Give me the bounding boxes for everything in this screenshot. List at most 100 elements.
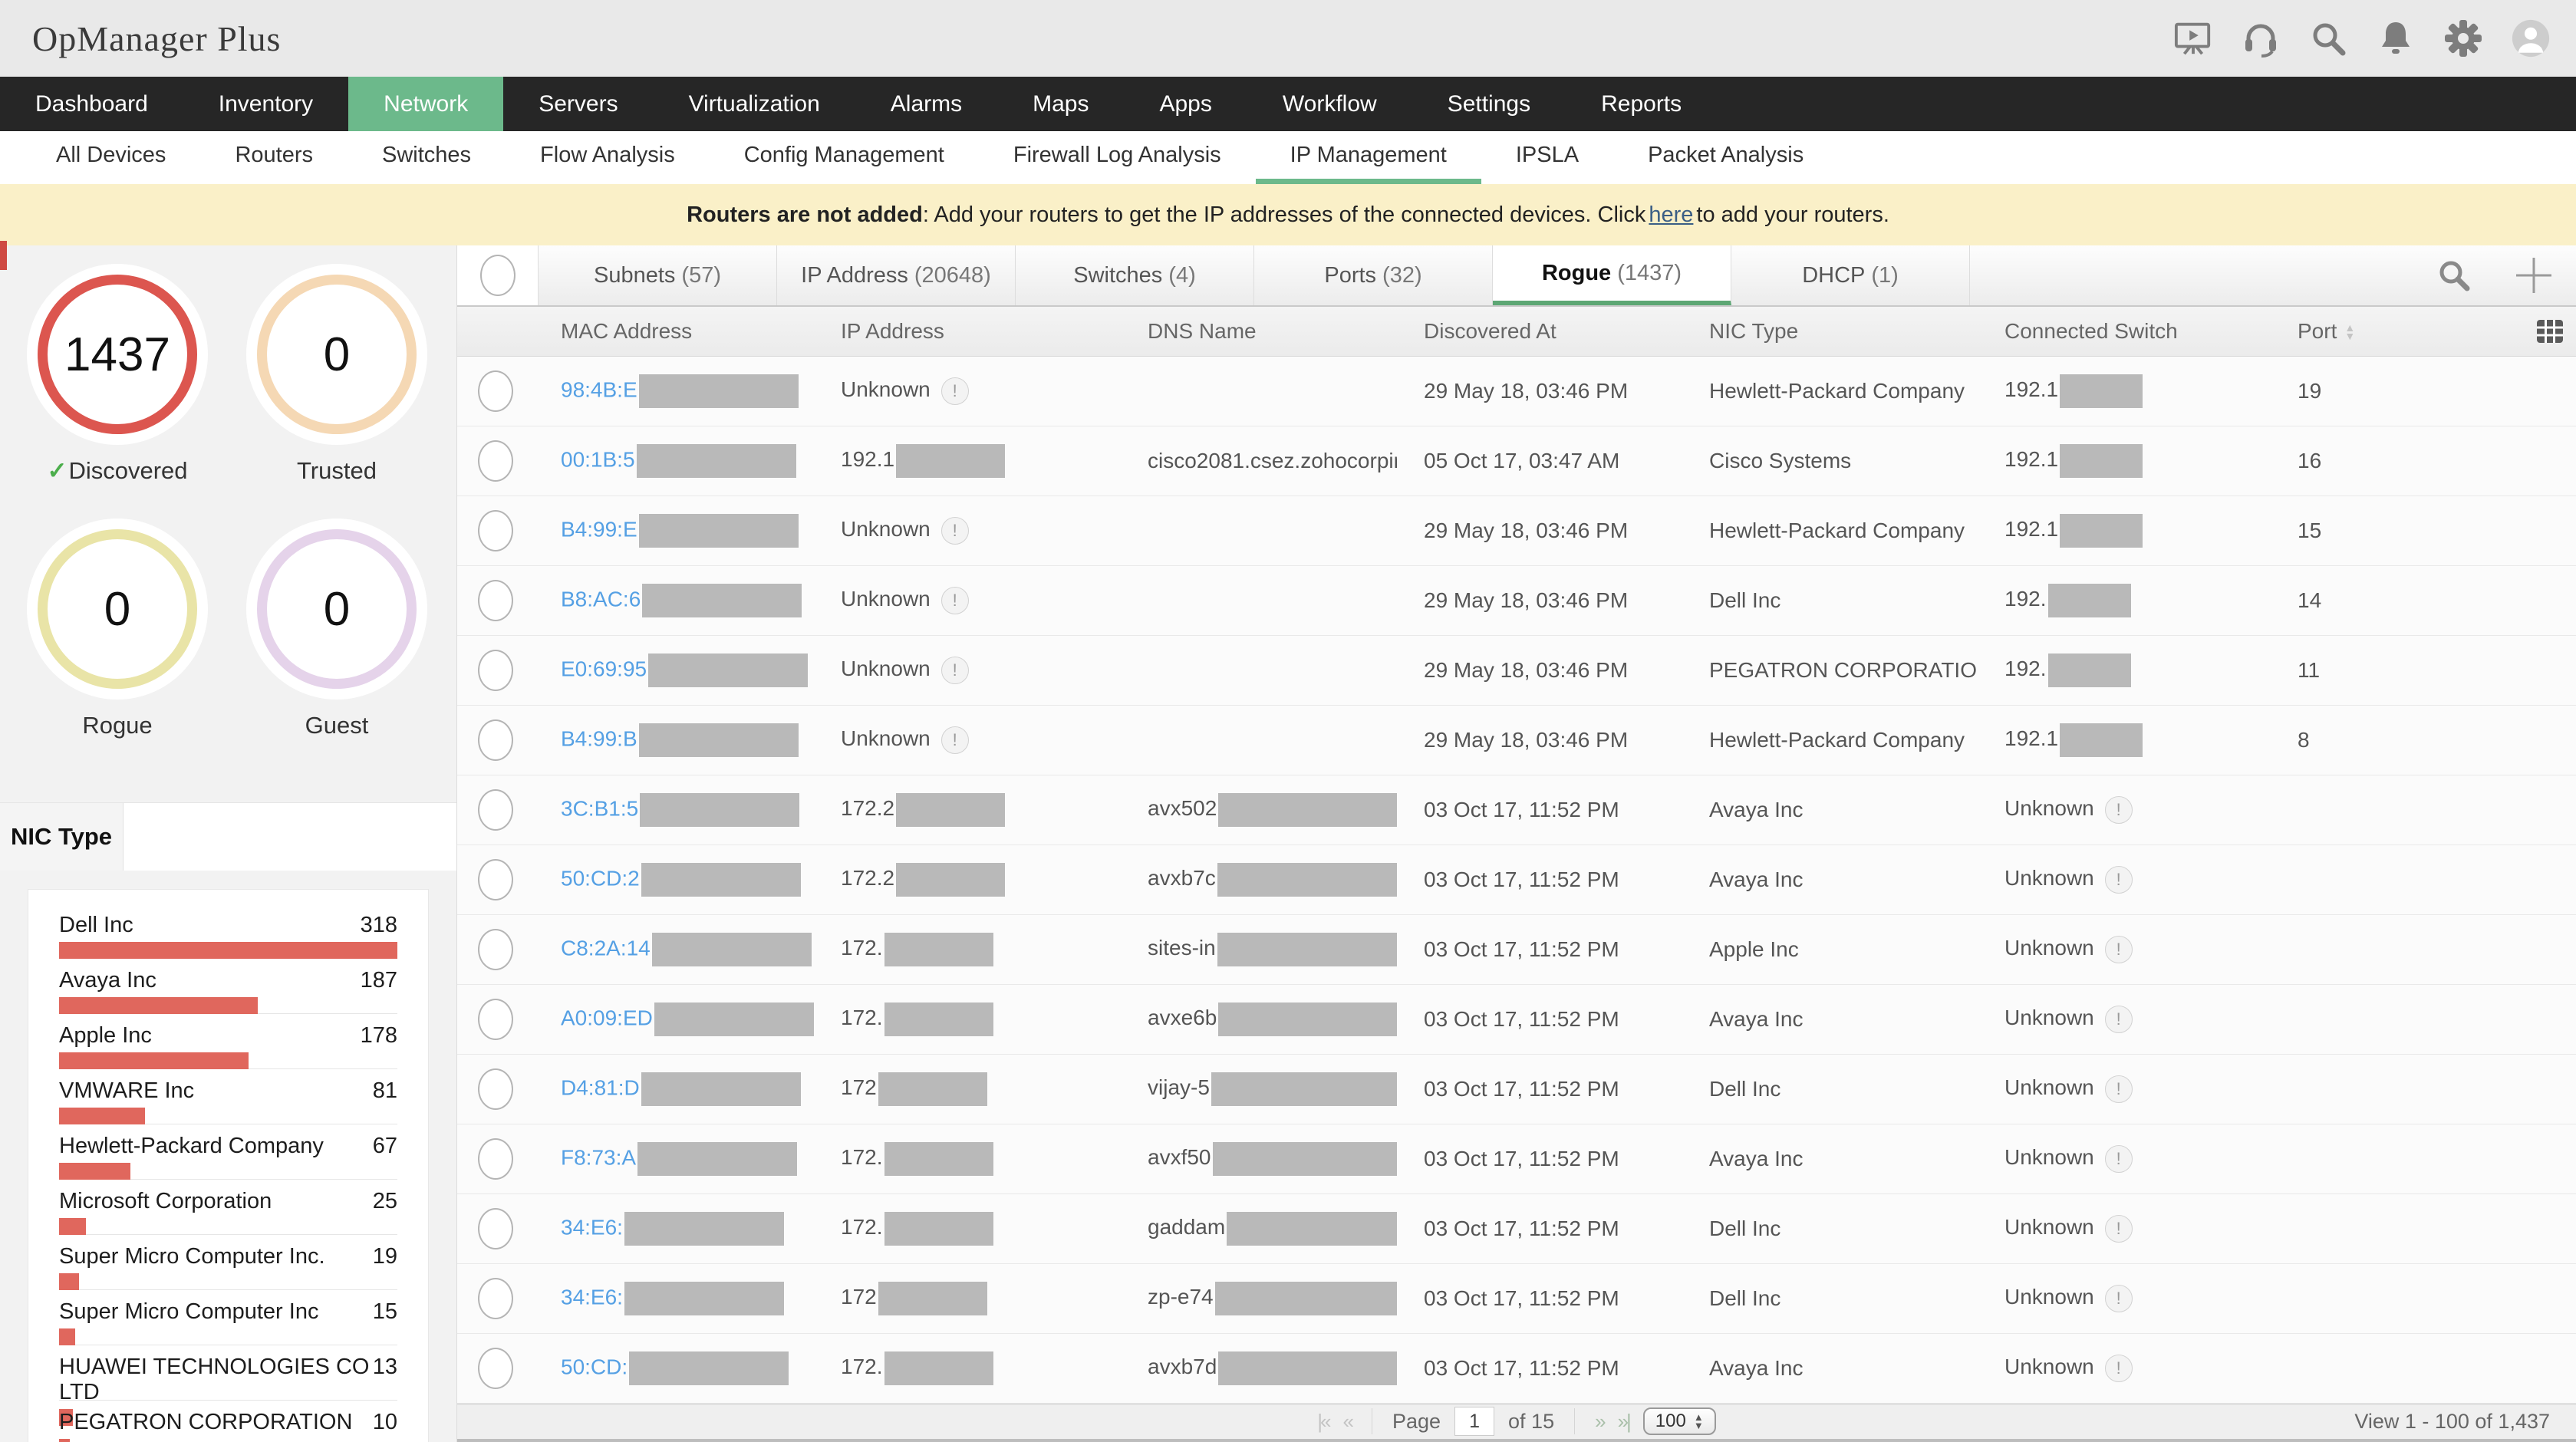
sub-nav-item[interactable]: Firewall Log Analysis: [979, 131, 1256, 184]
main-nav-item[interactable]: Servers: [503, 77, 653, 131]
sub-nav-item[interactable]: Routers: [200, 131, 348, 184]
sub-nav-item[interactable]: Flow Analysis: [506, 131, 710, 184]
column-header-port[interactable]: Port ▲ ▼: [2271, 319, 2497, 344]
row-select-radio[interactable]: [478, 509, 513, 551]
mac-address-link[interactable]: B4:99:B: [561, 726, 637, 750]
row-select-radio[interactable]: [478, 1347, 513, 1389]
stat-tile[interactable]: 1437 ✓Discovered: [38, 264, 197, 485]
page-size-select[interactable]: 100 ▲ ▼: [1642, 1407, 1716, 1436]
table-tab[interactable]: DHCP (1): [1731, 245, 1970, 305]
mac-address-link[interactable]: F8:73:A: [561, 1145, 636, 1169]
table-tab[interactable]: Subnets (57): [539, 245, 777, 305]
stat-tile[interactable]: 0 ✓Trusted: [257, 264, 417, 485]
mac-address-link[interactable]: E0:69:95: [561, 657, 647, 680]
mac-address-link[interactable]: 34:E6:: [561, 1215, 623, 1239]
column-header-connected-switch[interactable]: Connected Switch: [1978, 319, 2271, 344]
table-search-icon[interactable]: [2436, 258, 2472, 293]
sub-nav-item[interactable]: Packet Analysis: [1613, 131, 1838, 184]
nic-type-row[interactable]: Super Micro Computer Inc. 19: [59, 1235, 397, 1290]
nic-type-row[interactable]: PEGATRON CORPORATION 10: [59, 1401, 397, 1442]
user-avatar-icon[interactable]: [2512, 19, 2550, 58]
main-nav-item[interactable]: Settings: [1412, 77, 1566, 131]
column-chooser-icon[interactable]: [2536, 319, 2564, 344]
main-nav-item[interactable]: Apps: [1124, 77, 1247, 131]
column-header-discovered-at[interactable]: Discovered At: [1397, 319, 1682, 344]
table-tab[interactable]: Rogue (1437): [1493, 245, 1731, 305]
mac-address-link[interactable]: 98:4B:E: [561, 377, 637, 401]
nic-type-row[interactable]: Dell Inc 318: [59, 904, 397, 959]
mac-address-link[interactable]: 3C:B1:5: [561, 796, 638, 820]
row-select-radio[interactable]: [478, 579, 513, 621]
main-nav-item[interactable]: Maps: [997, 77, 1124, 131]
row-select-radio[interactable]: [478, 998, 513, 1040]
sub-nav-item[interactable]: IPSLA: [1481, 131, 1613, 184]
stat-tile[interactable]: 0 ✓Guest: [257, 519, 417, 739]
main-nav-item[interactable]: Network: [348, 77, 504, 131]
column-header-nic-type[interactable]: NIC Type: [1682, 319, 1978, 344]
table-body: 98:4B:E Unknown! 29 May 18, 03:46 PM Hew…: [457, 356, 2576, 1404]
sub-nav-item[interactable]: All Devices: [21, 131, 200, 184]
column-header-ip-address[interactable]: IP Address: [814, 319, 1121, 344]
main-nav-item[interactable]: Alarms: [855, 77, 997, 131]
prev-page-button[interactable]: «: [1343, 1410, 1355, 1434]
mac-address-link[interactable]: 34:E6:: [561, 1285, 623, 1309]
row-select-radio[interactable]: [478, 719, 513, 761]
next-page-button[interactable]: »: [1595, 1410, 1606, 1434]
select-all-radio[interactable]: [479, 255, 516, 296]
table-tab[interactable]: IP Address (20648): [777, 245, 1016, 305]
mac-address-link[interactable]: 50:CD:2: [561, 866, 640, 890]
table-tab[interactable]: Ports (32): [1254, 245, 1493, 305]
nic-type-row[interactable]: Super Micro Computer Inc 15: [59, 1290, 397, 1345]
mac-address-link[interactable]: B4:99:E: [561, 517, 637, 541]
add-routers-link[interactable]: here: [1649, 202, 1693, 228]
stat-tile[interactable]: 0 ✓Rogue: [38, 519, 197, 739]
nic-type-row[interactable]: Apple Inc 178: [59, 1014, 397, 1069]
search-icon[interactable]: [2309, 19, 2347, 58]
add-icon[interactable]: [2515, 256, 2553, 295]
main-nav-item[interactable]: Virtualization: [654, 77, 855, 131]
nic-type-row[interactable]: Hewlett-Packard Company 67: [59, 1124, 397, 1180]
support-headset-icon[interactable]: [2242, 19, 2280, 58]
mac-address-link[interactable]: D4:81:D: [561, 1075, 640, 1099]
mac-address-cell: 50:CD:: [534, 1351, 814, 1385]
row-select-radio[interactable]: [478, 928, 513, 970]
row-select-radio[interactable]: [478, 1277, 513, 1319]
mac-address-link[interactable]: C8:2A:14: [561, 936, 651, 960]
main-nav-item[interactable]: Dashboard: [0, 77, 183, 131]
row-select-radio[interactable]: [478, 1207, 513, 1249]
settings-gear-icon[interactable]: [2444, 19, 2482, 58]
column-header-mac-address[interactable]: MAC Address: [534, 319, 814, 344]
row-select-radio[interactable]: [478, 649, 513, 691]
mac-address-link[interactable]: 00:1B:5: [561, 447, 635, 471]
table-tab[interactable]: Switches (4): [1016, 245, 1254, 305]
row-select-radio[interactable]: [478, 370, 513, 412]
mac-address-link[interactable]: A0:09:ED: [561, 1006, 653, 1029]
page-number-input[interactable]: [1454, 1407, 1495, 1437]
nic-type-cell: Avaya Inc: [1709, 1355, 1804, 1380]
training-video-icon[interactable]: [2174, 19, 2212, 58]
ip-address-cell: Unknown!: [814, 516, 1121, 545]
sub-nav-item[interactable]: IP Management: [1255, 131, 1481, 184]
nic-type-row[interactable]: HUAWEI TECHNOLOGIES CO LTD 13: [59, 1345, 397, 1426]
nic-type-row[interactable]: Microsoft Corporation 25: [59, 1180, 397, 1235]
nic-type-row[interactable]: VMWARE Inc 81: [59, 1069, 397, 1124]
nic-type-row[interactable]: Avaya Inc 187: [59, 959, 397, 1014]
main-nav-item[interactable]: Reports: [1566, 77, 1717, 131]
last-page-button[interactable]: »|: [1618, 1410, 1632, 1434]
first-page-button[interactable]: |«: [1317, 1410, 1331, 1434]
mac-address-link[interactable]: B8:AC:6: [561, 587, 641, 611]
row-select-radio[interactable]: [478, 788, 513, 831]
sort-icon[interactable]: ▲ ▼: [2344, 322, 2355, 341]
row-select-radio[interactable]: [478, 858, 513, 900]
row-select-radio[interactable]: [478, 440, 513, 482]
sub-nav-item[interactable]: Switches: [348, 131, 506, 184]
row-select-radio[interactable]: [478, 1068, 513, 1110]
mac-address-link[interactable]: 50:CD:: [561, 1355, 628, 1378]
main-nav-item[interactable]: Inventory: [183, 77, 348, 131]
row-select-radio[interactable]: [478, 1137, 513, 1180]
sub-nav-item[interactable]: Config Management: [710, 131, 979, 184]
notifications-icon[interactable]: [2377, 19, 2415, 58]
nic-type-tab[interactable]: NIC Type: [0, 803, 124, 871]
main-nav-item[interactable]: Workflow: [1247, 77, 1412, 131]
column-header-dns-name[interactable]: DNS Name: [1121, 319, 1397, 344]
